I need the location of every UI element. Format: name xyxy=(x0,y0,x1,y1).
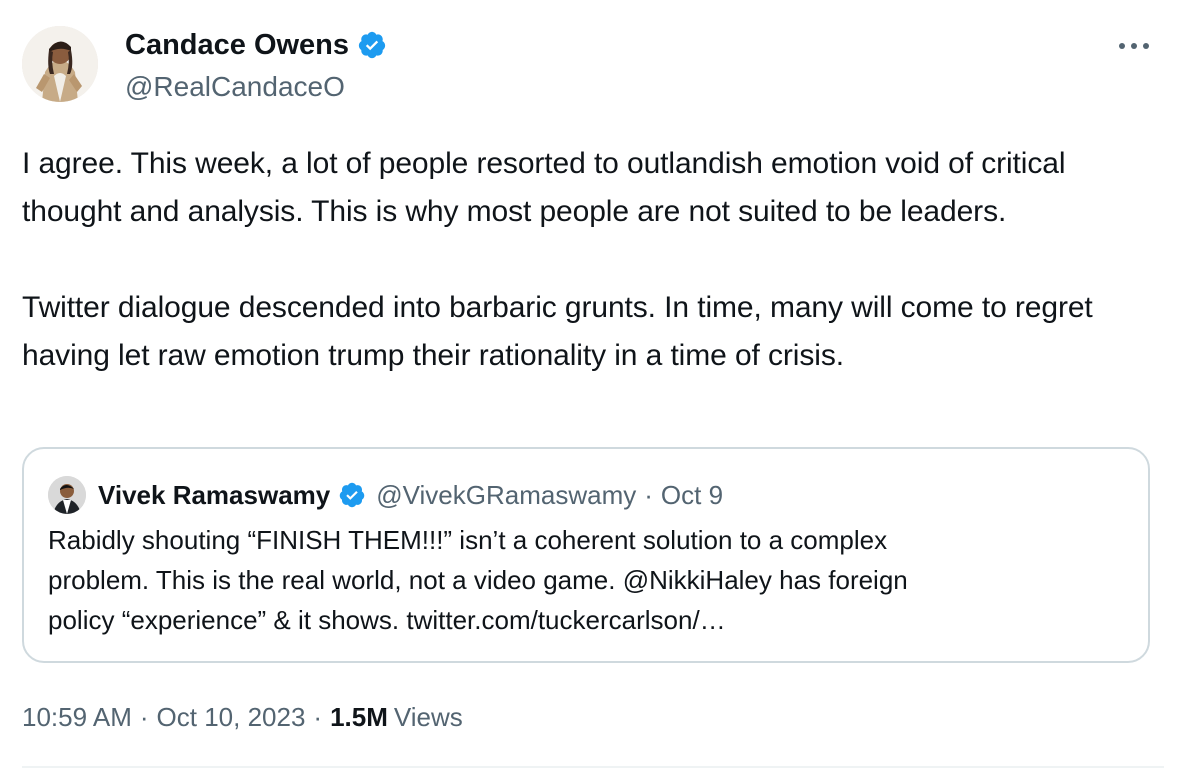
meta-separator: · xyxy=(313,702,323,732)
quoted-tweet-header: Vivek Ramaswamy @VivekGRamaswamy · Oct 9 xyxy=(48,476,723,514)
quoted-author-handle[interactable]: @VivekGRamaswamy xyxy=(376,480,636,511)
quoted-tweet-text: Rabidly shouting “FINISH THEM!!!” isn’t … xyxy=(48,520,1128,640)
more-icon[interactable] xyxy=(1112,34,1156,58)
quoted-author-name[interactable]: Vivek Ramaswamy xyxy=(98,480,330,511)
quoted-tweet[interactable]: Vivek Ramaswamy @VivekGRamaswamy · Oct 9… xyxy=(22,447,1150,663)
author-name[interactable]: Candace Owens xyxy=(125,28,387,62)
verified-badge-icon[interactable] xyxy=(338,481,366,509)
quoted-text-line: problem. This is the real world, not a v… xyxy=(48,565,908,595)
quoted-meta-separator: · xyxy=(644,479,653,510)
views-count: 1.5M xyxy=(330,702,388,732)
views-label: Views xyxy=(393,702,463,732)
verified-badge-icon[interactable] xyxy=(357,30,387,60)
author-avatar[interactable] xyxy=(22,26,98,102)
quoted-tweet-date[interactable]: Oct 9 xyxy=(661,480,723,511)
tweet-paragraph-2: Twitter dialogue descended into barbaric… xyxy=(22,291,1093,372)
tweet-card: Candace Owens @RealCandaceO I agree. Thi… xyxy=(0,0,1186,774)
tweet-text: I agree. This week, a lot of people reso… xyxy=(22,140,1172,380)
tweet-meta: 10:59 AM · Oct 10, 2023 · 1.5M Views xyxy=(22,700,463,734)
quoted-text-line: policy “experience” & it shows. twitter.… xyxy=(48,605,726,635)
author-handle[interactable]: @RealCandaceO xyxy=(125,71,345,103)
tweet-time[interactable]: 10:59 AM xyxy=(22,700,132,734)
quoted-author-avatar[interactable] xyxy=(48,476,86,514)
tweet-paragraph-1: I agree. This week, a lot of people reso… xyxy=(22,147,1066,228)
quoted-text-line: Rabidly shouting “FINISH THEM!!!” isn’t … xyxy=(48,525,888,555)
tweet-date[interactable]: Oct 10, 2023 xyxy=(157,700,306,734)
footer-divider xyxy=(22,766,1164,768)
meta-separator: · xyxy=(139,702,149,732)
author-display-name[interactable]: Candace Owens xyxy=(125,28,349,62)
